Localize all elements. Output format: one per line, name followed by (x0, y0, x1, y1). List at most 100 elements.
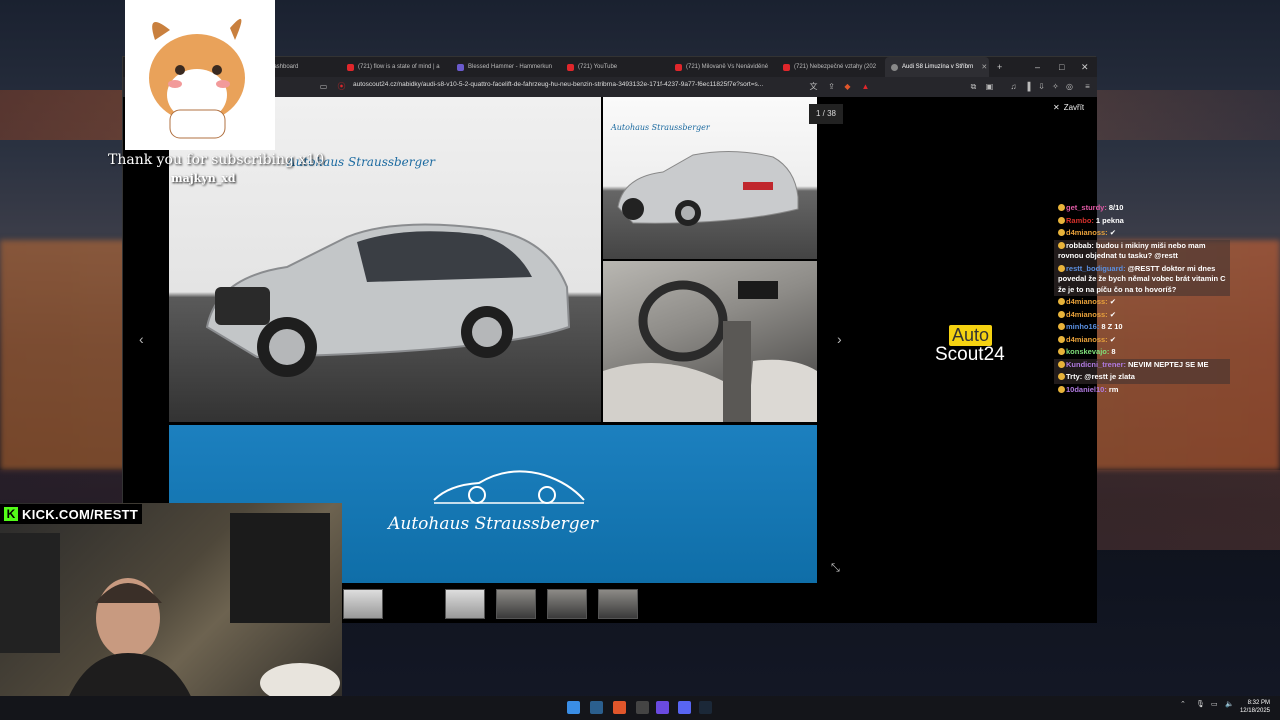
previous-photo-arrow[interactable]: ‹ (139, 331, 144, 347)
chat-text: @restt je zlata (1084, 372, 1135, 381)
chat-username[interactable]: get_sturdy: (1066, 203, 1107, 212)
webcam-feed (0, 503, 342, 720)
windows-taskbar: ⌃ 🎙 ▭ 🔈 8:32 PM 12/18/2025 (0, 696, 1280, 720)
site-icon (891, 63, 898, 71)
new-tab-button[interactable]: + (997, 57, 1002, 77)
sub-alert-text: Thank you for subscribing x10 (108, 152, 325, 168)
system-clock[interactable]: 8:32 PM 12/18/2025 (1240, 699, 1270, 715)
maximize-button[interactable]: □ (1059, 57, 1064, 77)
bookmark-icon[interactable]: ▭ (319, 82, 328, 91)
clock-time: 8:32 PM (1247, 700, 1270, 706)
volume-icon[interactable]: 🔈 (1225, 700, 1234, 708)
chat-username[interactable]: restt_bodiguard: (1066, 264, 1126, 273)
thumbnail[interactable] (547, 589, 587, 619)
chat-badge-icon (1058, 264, 1065, 272)
tab-youtube-milovane[interactable]: (721) Milovaně Vs Nenáviděné (669, 57, 773, 77)
fullscreen-icon[interactable]: ⤡ (831, 562, 840, 575)
sub-alert-image (125, 0, 275, 150)
chat-badge-icon (1058, 348, 1065, 355)
chat-username[interactable]: d4mianoss: (1066, 310, 1108, 319)
wallet-icon[interactable]: ▣ (985, 82, 994, 91)
chat-message: d4mianoss: ✔ (1054, 296, 1230, 309)
next-photo-arrow[interactable]: › (837, 331, 842, 347)
close-window-button[interactable]: ✕ (1081, 57, 1089, 77)
tab-dashboard[interactable]: Dashboard (263, 57, 343, 77)
leo-icon[interactable]: ✧ (1051, 82, 1060, 91)
chat-username[interactable]: d4mianoss: (1066, 335, 1108, 344)
chat-badge-icon (1058, 216, 1065, 224)
thumbnail[interactable] (496, 589, 536, 619)
close-gallery-button[interactable]: ✕ Zavřít (1053, 103, 1084, 112)
brave-shield-icon[interactable]: ◆ (843, 82, 852, 91)
menu-icon[interactable]: ≡ (1083, 82, 1092, 91)
music-icon[interactable]: ♫ (1009, 82, 1018, 91)
chat-username[interactable]: Kundicni_trener: (1066, 360, 1126, 369)
app-icon[interactable] (656, 701, 669, 714)
steam-icon[interactable] (699, 701, 712, 714)
chat-username[interactable]: minho16: (1066, 322, 1099, 331)
minimize-button[interactable]: – (1035, 57, 1040, 77)
close-tab-icon[interactable]: ✕ (981, 63, 987, 71)
rewards-icon[interactable]: ▲ (861, 82, 870, 91)
share-icon[interactable]: ⇪ (827, 82, 836, 91)
thumbnail[interactable] (445, 589, 485, 619)
obs-icon[interactable] (636, 701, 649, 714)
thumbnail[interactable] (598, 589, 638, 619)
tab-youtube-flow[interactable]: (721) flow is a state of mind | a (341, 57, 445, 77)
start-icon[interactable] (567, 701, 580, 714)
kick-channel-banner: K KICK.COM/RESTT (0, 504, 143, 524)
chat-badge-icon (1058, 335, 1065, 343)
chat-username[interactable]: Trty: (1066, 372, 1082, 381)
url-field[interactable]: autoscout24.cz/nabidky/audi-s8-v10-5-2-q… (353, 81, 763, 88)
chat-username[interactable]: 10daniel10: (1066, 385, 1107, 394)
thumbnail[interactable] (343, 589, 383, 619)
tab-audi-s8[interactable]: Audi S8 Limuzína v Stříbrn ✕ (885, 57, 989, 77)
tab-youtube-nebezpecne[interactable]: (721) Nebezpečné vztahy (202 (777, 57, 881, 77)
car-photo-rear[interactable]: Autohaus Straussberger (603, 97, 817, 259)
car-photo-interior[interactable] (603, 261, 817, 422)
chat-message: Rambo: 1 pekna (1054, 215, 1230, 228)
tab-label: Blessed Hammer - Hammerkun (468, 64, 553, 70)
chat-username[interactable]: d4mianoss: (1066, 297, 1108, 306)
tray-chevron-icon[interactable]: ⌃ (1180, 700, 1186, 708)
translate-icon[interactable]: 文 (809, 82, 818, 91)
chat-message: minho16: 8 Z 10 (1054, 321, 1230, 334)
extensions-icon[interactable]: ⧉ (969, 82, 978, 91)
brave-browser-icon[interactable] (613, 701, 626, 714)
logo-auto-text: Auto (949, 325, 993, 346)
chat-text: NEVIM NEPTEJ SE ME (1128, 359, 1209, 369)
clock-date: 12/18/2025 (1239, 708, 1270, 714)
kick-url: KICK.COM/RESTT (22, 506, 139, 522)
autoscout24-logo: Auto Scout24 (935, 325, 1015, 366)
microphone-icon[interactable]: 🎙 (1196, 700, 1205, 708)
app-icon[interactable] (590, 701, 603, 714)
chat-username[interactable]: d4mianoss: (1066, 228, 1108, 237)
chat-badge-icon (1058, 298, 1065, 305)
network-icon[interactable]: ▭ (1211, 700, 1218, 708)
tab-label: (721) Milovaně Vs Nenáviděné (686, 64, 769, 70)
shield-icon (457, 63, 464, 71)
discord-icon[interactable] (678, 701, 691, 714)
chat-message: konskevajo: 8 (1054, 346, 1230, 359)
interior-illustration (603, 280, 817, 422)
tab-label: (721) flow is a state of mind | a (358, 64, 440, 70)
lock-icon: ⦿ (337, 82, 346, 91)
chat-text: ✔ (1109, 297, 1116, 306)
chat-message: restt_bodiguard: @RESTT doktor mi dnes po… (1054, 262, 1230, 296)
downloads-icon[interactable]: ⇩ (1037, 82, 1046, 91)
vpn-icon[interactable]: ◎ (1065, 82, 1074, 91)
chat-username[interactable]: Rambo: (1066, 216, 1094, 225)
chat-message: Kundicni_trener: NEVIM NEPTEJ SE ME (1054, 358, 1230, 371)
chat-text: ✔ (1109, 334, 1116, 344)
logo-scout24-text: Scout24 (935, 344, 1005, 365)
sidebar-icon[interactable]: ▐ (1023, 82, 1032, 91)
chat-username[interactable]: robbab: (1066, 241, 1094, 250)
chat-text: 1 pekna (1095, 215, 1124, 225)
close-icon: ✕ (1053, 103, 1060, 112)
dealer-watermark: Autohaus Straussberger (611, 123, 710, 132)
chat-username[interactable]: konskevajo: (1066, 347, 1109, 356)
tab-blessed-hammer[interactable]: Blessed Hammer - Hammerkun (451, 57, 555, 77)
tab-youtube[interactable]: (721) YouTube (561, 57, 665, 77)
youtube-icon (567, 63, 574, 71)
chat-message: Trty: @restt je zlata (1054, 371, 1230, 384)
